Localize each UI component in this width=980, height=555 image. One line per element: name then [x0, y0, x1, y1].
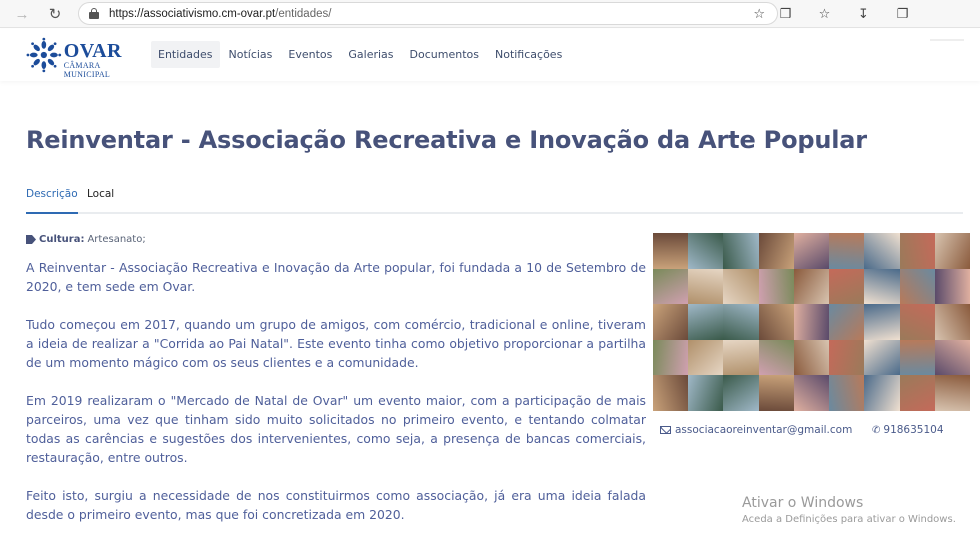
nav-noticias[interactable]: Notícias	[222, 41, 280, 68]
ovar-logo-icon	[26, 37, 62, 73]
tag-icon	[26, 235, 36, 244]
download-icon[interactable]: ↧	[844, 4, 883, 24]
description-paragraph: Tudo começou em 2017, quando um grupo de…	[26, 317, 646, 370]
collage-photo-tile	[688, 268, 724, 305]
nav-eventos[interactable]: Eventos	[281, 41, 339, 68]
url-text: https://associativismo.cm-ovar.pt/entida…	[109, 7, 332, 20]
collage-photo-tile	[934, 233, 970, 269]
browser-toolbar: → ↻ https://associativismo.cm-ovar.pt/en…	[0, 0, 980, 28]
phone-text[interactable]: 918635104	[883, 424, 943, 436]
watermark-subtitle: Aceda a Definições para ativar o Windows…	[742, 514, 956, 525]
collage-photo-tile	[829, 375, 865, 411]
collage-photo-tile	[864, 233, 900, 269]
collage-photo-tile	[653, 233, 689, 269]
collage-photo-tile	[793, 268, 830, 305]
nav-documentos[interactable]: Documentos	[403, 41, 486, 68]
collage-photo-tile	[899, 375, 935, 411]
category-value: Artesanato;	[87, 234, 146, 245]
tab-local[interactable]: Local	[87, 188, 114, 214]
collage-photo-tile	[793, 375, 830, 411]
nav-entidades[interactable]: Entidades	[151, 41, 220, 68]
tab-descricao[interactable]: Descrição	[26, 188, 78, 214]
nav-galerias[interactable]: Galerias	[341, 41, 400, 68]
page-title: Reinventar - Associação Recreativa e Ino…	[26, 126, 867, 154]
header-divider	[930, 39, 964, 41]
collections-icon[interactable]: ❒	[766, 4, 805, 24]
lock-icon	[89, 8, 99, 19]
collage-photo-tile	[934, 375, 970, 411]
collage-photo-tile	[899, 304, 935, 340]
site-header: OVAR CÂMARA MUNICIPAL Entidades Notícias…	[0, 29, 980, 81]
collage-photo-tile	[688, 339, 724, 376]
collage-photo-tile	[723, 268, 759, 305]
site-logo[interactable]: OVAR CÂMARA MUNICIPAL	[26, 32, 122, 80]
logo-subtitle: MUNICIPAL	[63, 70, 111, 79]
collage-photo-tile	[688, 304, 724, 340]
collage-photo-tile	[688, 375, 724, 411]
collage-photo-tile	[899, 268, 935, 305]
collage-photo-tile	[793, 233, 830, 269]
collage-photo-tile	[723, 339, 759, 376]
collage-photo-tile	[758, 304, 794, 340]
collage-photo-tile	[864, 339, 900, 376]
windows-activation-watermark: Ativar o Windows Aceda a Definições para…	[742, 495, 956, 525]
entity-image-collage[interactable]	[653, 233, 970, 411]
favorites-icon[interactable]: ☆	[805, 4, 844, 24]
description-paragraph: Em 2019 realizaram o "Mercado de Natal d…	[26, 393, 646, 465]
collage-photo-tile	[653, 268, 689, 305]
collage-photo-tile	[758, 268, 794, 305]
category-line: Cultura: Artesanato;	[26, 234, 146, 245]
reload-icon[interactable]: ↻	[44, 3, 66, 25]
collage-photo-tile	[829, 304, 865, 340]
logo-subtitle: CÂMARA	[63, 61, 101, 70]
collage-photo-tile	[899, 339, 935, 376]
collage-photo-tile	[864, 304, 900, 340]
phone-icon: ✆	[872, 424, 881, 436]
description-paragraph: A Reinventar - Associação Recreativa e I…	[26, 260, 646, 294]
collage-photo-tile	[688, 233, 724, 269]
description-text: A Reinventar - Associação Recreativa e I…	[26, 258, 646, 543]
forward-icon[interactable]: →	[11, 3, 33, 25]
content-tabs: Descrição Local	[26, 188, 963, 214]
collage-photo-tile	[758, 339, 794, 376]
nav-notificacoes[interactable]: Notificações	[488, 41, 569, 68]
extensions-icon[interactable]: ❐	[883, 4, 922, 24]
collage-photo-tile	[829, 268, 865, 305]
collage-photo-tile	[793, 304, 830, 340]
address-bar[interactable]: https://associativismo.cm-ovar.pt/entida…	[78, 2, 778, 25]
collage-photo-tile	[758, 233, 794, 269]
phone-contact[interactable]: ✆ 918635104	[872, 424, 944, 436]
collage-photo-tile	[864, 268, 900, 305]
envelope-icon	[660, 426, 671, 434]
email-text[interactable]: associacaoreinventar@gmail.com	[675, 424, 852, 436]
collage-photo-tile	[653, 375, 689, 411]
collage-photo-tile	[829, 339, 865, 376]
main-nav: Entidades Notícias Eventos Galerias Docu…	[151, 41, 571, 68]
collage-photo-tile	[829, 233, 865, 269]
collage-photo-tile	[653, 339, 689, 376]
collage-photo-tile	[723, 304, 759, 340]
collage-photo-tile	[934, 339, 970, 376]
collage-photo-tile	[723, 375, 759, 411]
collage-photo-tile	[899, 233, 935, 269]
tracking-prevention-icon[interactable]: ☆	[753, 6, 765, 22]
description-paragraph: Feito isto, surgiu a necessidade de nos …	[26, 488, 646, 522]
collage-photo-tile	[934, 304, 970, 340]
watermark-title: Ativar o Windows	[742, 495, 864, 511]
collage-photo-tile	[723, 233, 759, 269]
collage-photo-tile	[864, 375, 900, 411]
logo-name: OVAR	[63, 40, 122, 62]
collage-photo-tile	[793, 339, 830, 376]
email-contact[interactable]: associacaoreinventar@gmail.com	[660, 424, 852, 436]
collage-photo-tile	[653, 304, 689, 340]
category-label: Cultura:	[39, 234, 85, 245]
collage-photo-tile	[934, 268, 970, 305]
collage-photo-tile	[758, 375, 794, 411]
